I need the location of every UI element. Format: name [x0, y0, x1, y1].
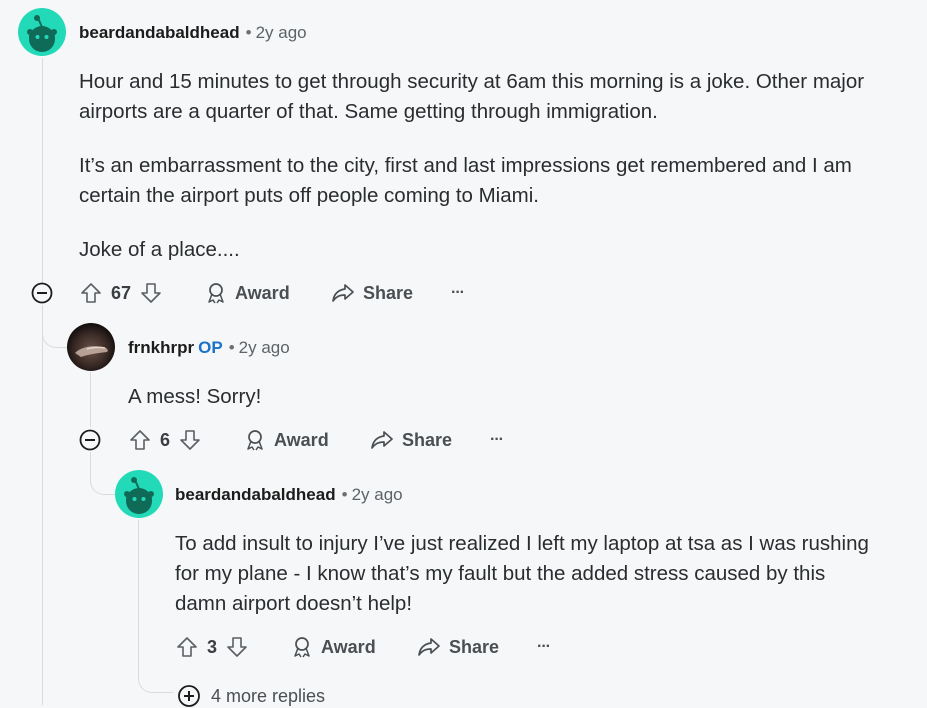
comment-body-paragraph: A mess! Sorry!: [128, 385, 262, 408]
thread-line-root-lower: [42, 306, 43, 705]
more-replies-label: 4 more replies: [211, 685, 326, 706]
username[interactable]: beardandabaldhead: [79, 23, 240, 42]
collapse-button[interactable]: [31, 282, 53, 309]
collapse-icon: [31, 282, 53, 304]
timestamp[interactable]: 2y ago: [352, 485, 403, 504]
avatar[interactable]: [115, 470, 163, 518]
comment-body-paragraph: It’s an embarrassment to the city, first…: [79, 154, 852, 207]
thread-branch-1: [42, 305, 69, 348]
username[interactable]: frnkhrpr: [128, 338, 194, 357]
comment-actions: 67 Award Share ···: [79, 278, 499, 308]
award-icon: [294, 637, 310, 658]
username[interactable]: beardandabaldhead: [175, 485, 336, 504]
separator: •: [341, 485, 348, 504]
share-label: Share: [449, 636, 500, 657]
more-options-icon: ···: [537, 638, 551, 655]
share-button[interactable]: Share: [370, 425, 452, 455]
timestamp[interactable]: 2y ago: [256, 23, 307, 42]
thread-line-reply-1: [90, 372, 91, 427]
thread-branch-3: [138, 660, 173, 693]
more-replies-button[interactable]: 4 more replies: [177, 684, 325, 708]
award-button[interactable]: Award: [205, 278, 290, 308]
award-icon: [208, 283, 224, 304]
comment-body-paragraph: To add insult to injury I’ve just realiz…: [175, 532, 869, 615]
award-button[interactable]: Award: [291, 632, 376, 662]
downvote-icon[interactable]: [225, 635, 249, 659]
comment-actions: 3 Award Share ···: [175, 632, 595, 662]
more-options-button[interactable]: ···: [537, 632, 551, 662]
expand-icon: [178, 685, 200, 707]
share-icon: [371, 431, 393, 449]
comment-meta: frnkhrpr OP • 2y ago: [128, 338, 290, 358]
separator: •: [228, 338, 235, 357]
vote-count: 3: [207, 636, 218, 657]
thread-line-reply-2: [138, 520, 139, 670]
snoo-avatar-icon: [124, 477, 154, 514]
downvote-icon[interactable]: [139, 281, 163, 305]
separator: •: [245, 23, 252, 42]
award-label: Award: [235, 282, 290, 303]
award-label: Award: [274, 429, 329, 450]
vote-group: 67: [79, 278, 163, 308]
share-label: Share: [363, 282, 414, 303]
thread-line-root: [42, 58, 43, 283]
collapse-icon: [79, 429, 101, 451]
comment-meta: beardandabaldhead • 2y ago: [79, 23, 307, 43]
more-options-icon: ···: [490, 431, 504, 448]
more-options-icon: ···: [451, 284, 465, 301]
more-options-button[interactable]: ···: [451, 278, 465, 308]
comment-body-paragraph: Joke of a place....: [79, 238, 240, 261]
thread-branch-2: [90, 452, 117, 495]
avatar[interactable]: [18, 8, 66, 56]
comment-actions: 6 Award Share ···: [128, 425, 548, 455]
photo-avatar-icon: [75, 346, 108, 357]
collapse-button[interactable]: [79, 429, 101, 456]
vote-count: 67: [111, 282, 132, 303]
award-button[interactable]: Award: [244, 425, 329, 455]
avatar[interactable]: [67, 323, 115, 371]
award-icon: [247, 430, 263, 451]
upvote-icon[interactable]: [175, 635, 199, 659]
downvote-icon[interactable]: [178, 428, 202, 452]
share-button[interactable]: Share: [331, 278, 413, 308]
snoo-avatar-icon: [27, 15, 57, 52]
vote-group: 6: [128, 425, 202, 455]
upvote-icon[interactable]: [128, 428, 152, 452]
upvote-icon[interactable]: [79, 281, 103, 305]
award-label: Award: [321, 636, 376, 657]
share-label: Share: [402, 429, 453, 450]
vote-count: 6: [160, 429, 171, 450]
timestamp[interactable]: 2y ago: [239, 338, 290, 357]
vote-group: 3: [175, 632, 249, 662]
more-options-button[interactable]: ···: [490, 425, 504, 455]
share-icon: [332, 284, 354, 302]
share-icon: [418, 638, 440, 656]
comment-meta: beardandabaldhead • 2y ago: [175, 485, 403, 505]
op-badge: OP: [198, 338, 223, 357]
share-button[interactable]: Share: [417, 632, 499, 662]
comment-body-paragraph: Hour and 15 minutes to get through secur…: [79, 70, 865, 123]
